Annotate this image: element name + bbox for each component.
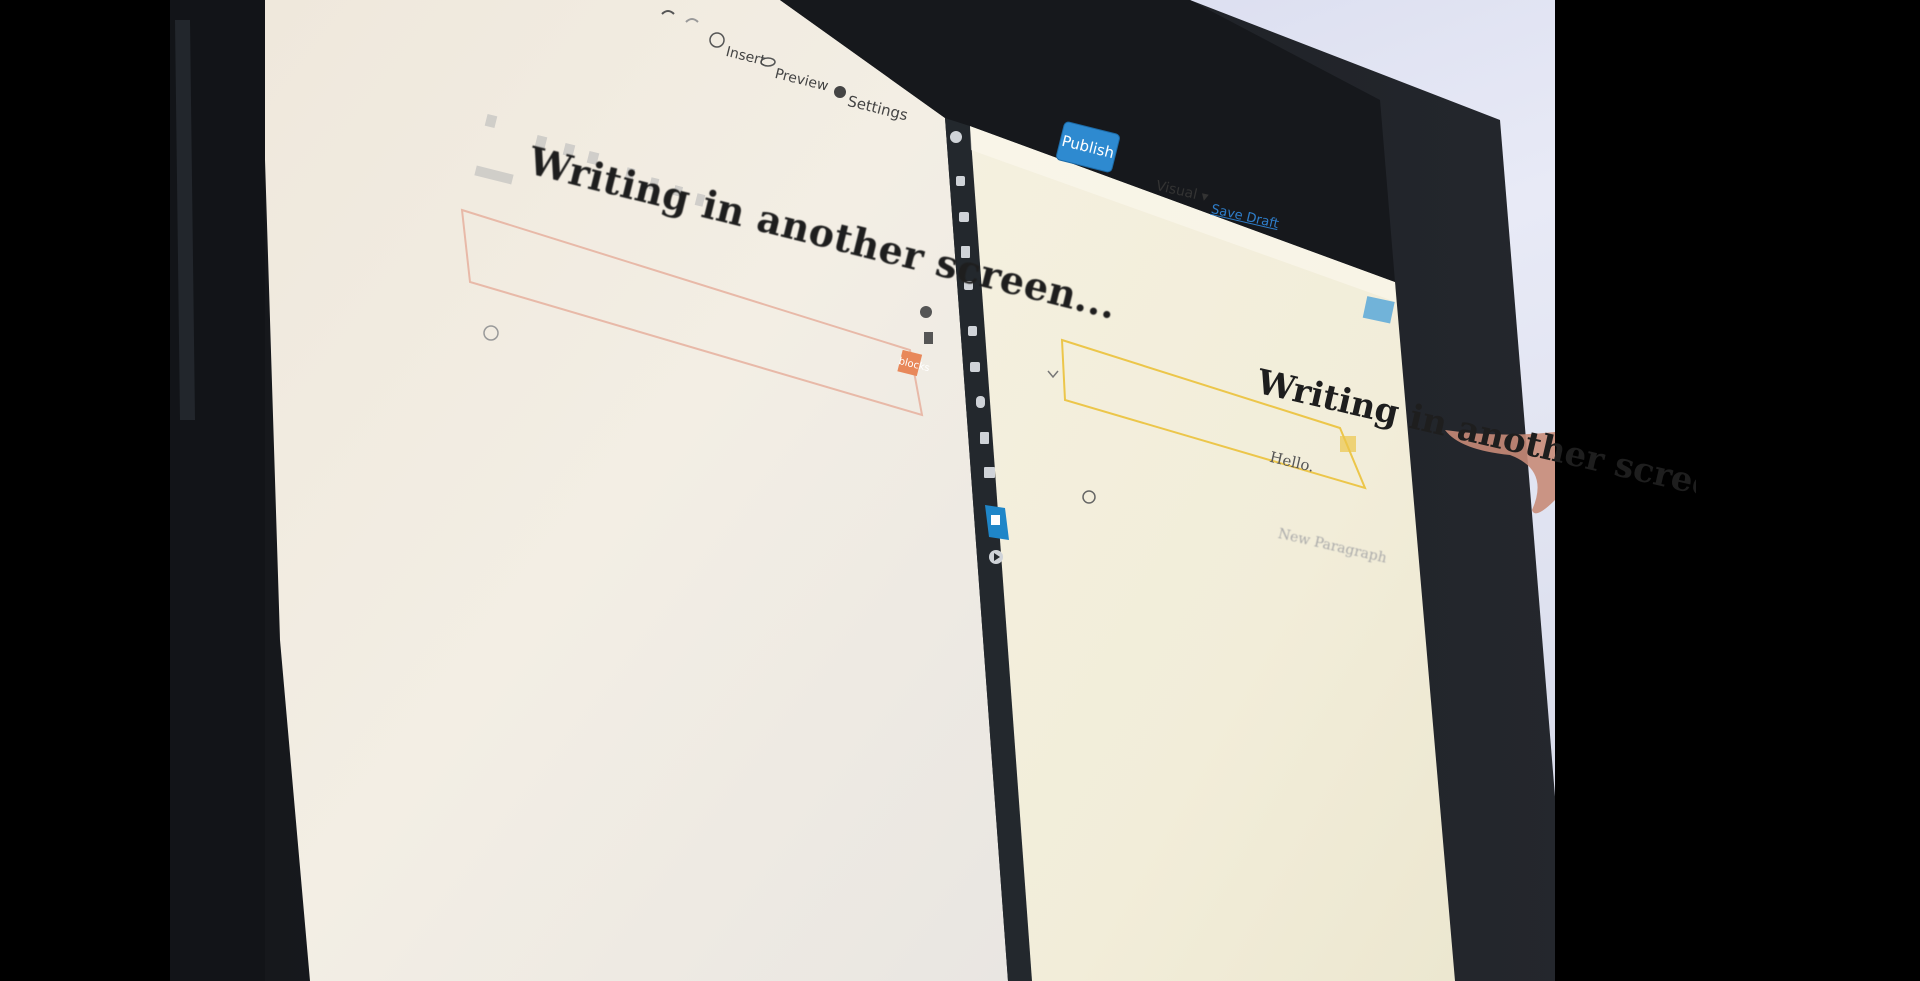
block-gear-icon [920,306,932,318]
settings-gear-icon [834,86,846,98]
trash-icon [924,332,933,344]
left-screen [260,0,1008,981]
photo: Insert Preview Settings Publish Writing … [170,0,1696,981]
monitor-scene [170,0,1696,981]
